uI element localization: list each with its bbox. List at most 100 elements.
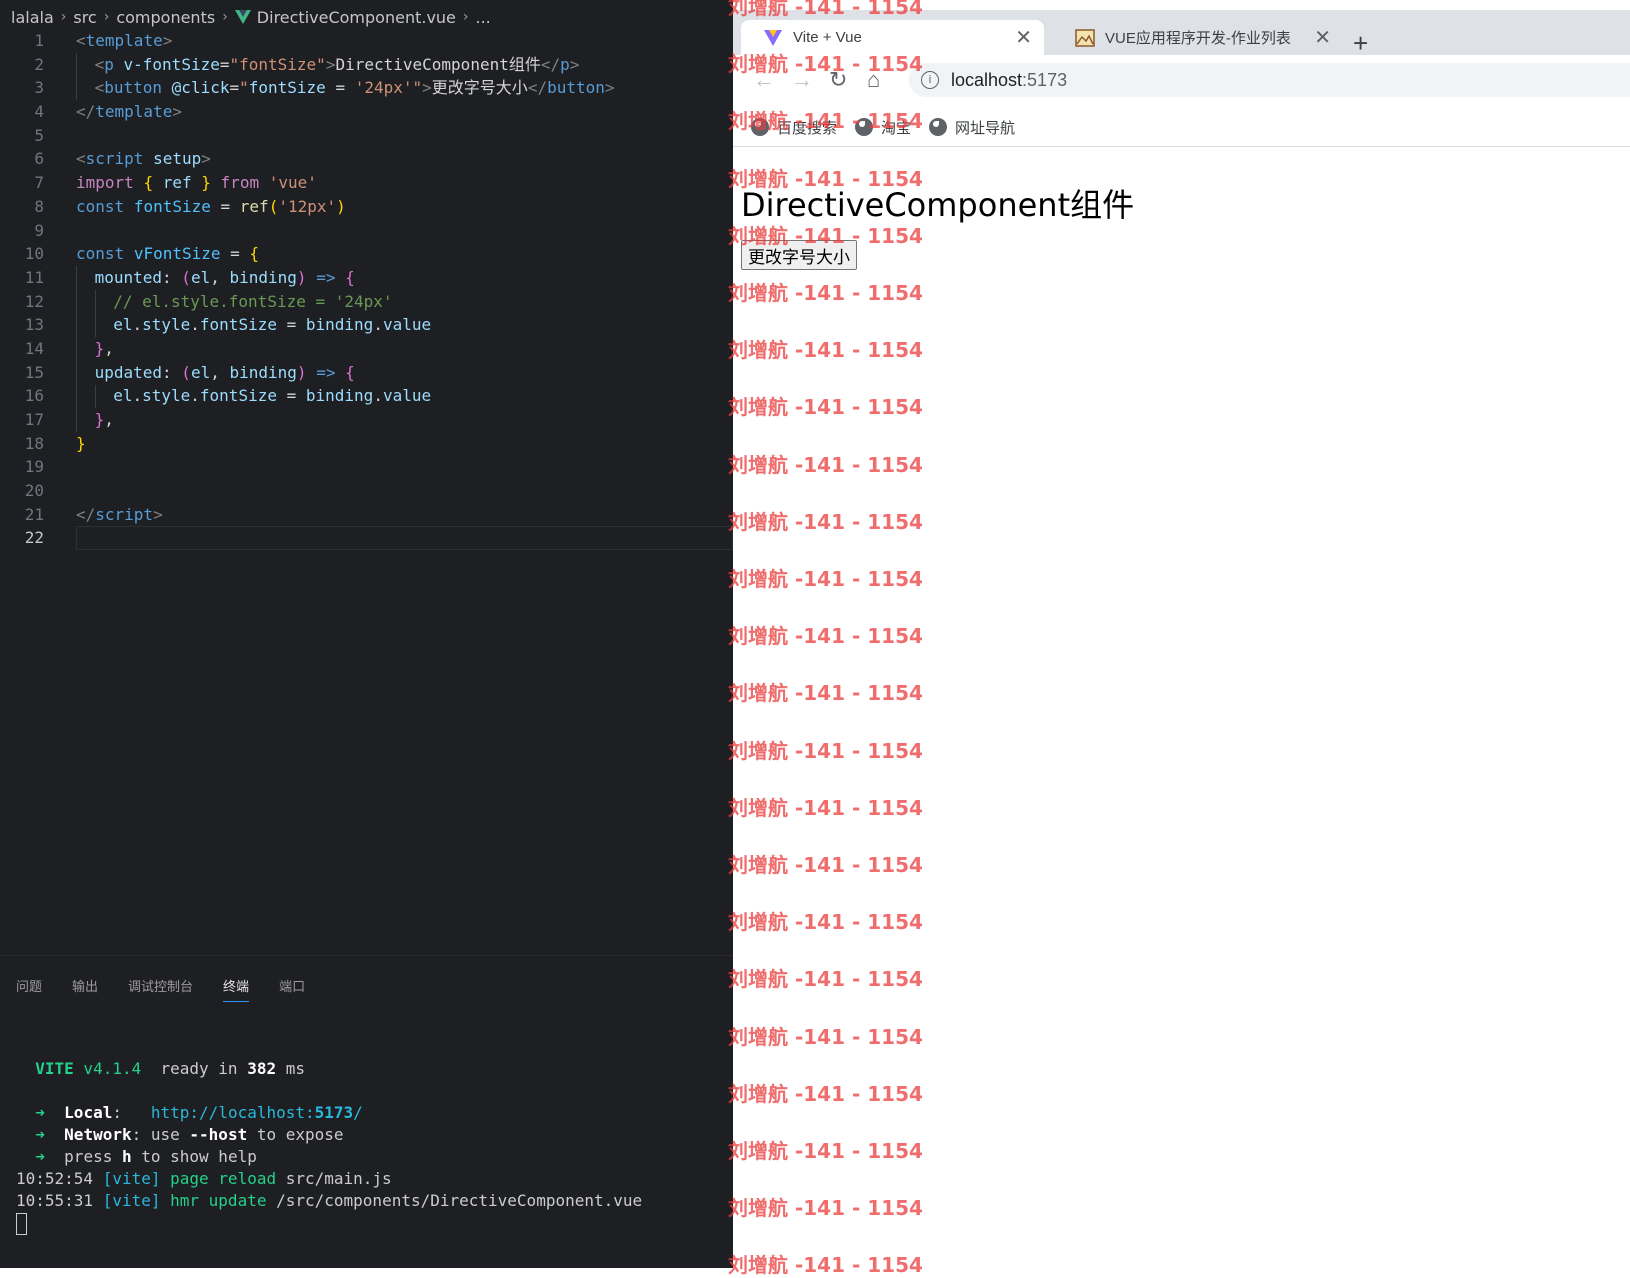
terminal-line: ➜ Local: http://localhost:5173/ [16, 1102, 642, 1124]
code-text: }, [76, 339, 114, 358]
code-editor[interactable]: lalala › src › components › DirectiveComponent… [0, 0, 733, 1268]
tab-homework-list[interactable]: VUE应用程序开发-作业列表 ✕ [1053, 20, 1343, 55]
code-line[interactable]: 20 [0, 479, 733, 503]
terminal-output[interactable]: VITE v4.1.4 ready in 382 ms ➜ Local: htt… [16, 1036, 642, 1235]
code-line[interactable]: 13 el.style.fontSize = binding.value [0, 313, 733, 337]
bookmark-item[interactable]: 网址导航 [929, 117, 1015, 138]
tab-title: Vite + Vue [793, 29, 862, 46]
line-number: 3 [34, 78, 44, 98]
reload-icon[interactable]: ↻ [829, 67, 847, 93]
code-token: > [153, 504, 163, 524]
line-number: 2 [34, 54, 44, 74]
code-token: // el.style.fontSize = '24px' [113, 291, 393, 311]
code-line[interactable]: 22 [0, 526, 733, 550]
close-tab-icon[interactable]: ✕ [1314, 25, 1331, 50]
code-line[interactable]: 10 const vFontSize = { [0, 242, 733, 266]
line-number: 19 [24, 457, 44, 477]
breadcrumb-item[interactable]: components [116, 8, 215, 27]
code-line[interactable]: 7 import { ref } from 'vue' [0, 171, 733, 195]
terminal-line: 10:55:31 [vite] hmr update /src/componen… [16, 1190, 642, 1212]
code-token: template [95, 102, 173, 122]
code-line[interactable]: 4 </template> [0, 100, 733, 124]
code-line[interactable]: 19 [0, 455, 733, 479]
code-line[interactable]: 9 [0, 219, 733, 243]
info-icon[interactable]: i [921, 71, 939, 89]
line-number: 4 [34, 102, 44, 122]
bookmark-item[interactable]: 淘宝 [855, 117, 911, 138]
back-arrow-icon[interactable]: ← [753, 67, 775, 93]
code-token: el [190, 362, 211, 382]
terminal-prompt[interactable] [16, 1212, 642, 1235]
code-line[interactable]: 11 mounted: (el, binding) => { [0, 266, 733, 290]
breadcrumb-item[interactable]: DirectiveComponent.vue [257, 8, 456, 27]
panel-tab[interactable]: 输出 [72, 976, 98, 1002]
home-icon[interactable]: ⌂ [867, 67, 880, 93]
code-token: p [560, 54, 570, 74]
code-token: < [94, 78, 105, 98]
code-text: <template> [76, 31, 172, 50]
change-font-size-button[interactable]: 更改字号大小 [741, 240, 857, 270]
code-line[interactable]: 17}, [0, 408, 733, 432]
code-token: DirectiveComponent组件 [335, 54, 541, 74]
terminal-text: ms [276, 1059, 306, 1078]
code-token: ( [268, 196, 279, 216]
terminal-text: : use [131, 1125, 190, 1144]
forward-arrow-icon[interactable]: → [791, 67, 813, 93]
bookmark-item[interactable]: 百度搜索 [751, 117, 837, 138]
code-line[interactable]: 1 <template> [0, 29, 733, 53]
line-number: 20 [24, 481, 44, 501]
code-line[interactable]: 5 [0, 124, 733, 148]
breadcrumb-item[interactable]: src [73, 8, 96, 27]
address-bar[interactable]: i localhost:5173 [909, 63, 1630, 97]
code-line[interactable]: 18} [0, 432, 733, 456]
code-line[interactable]: 3 <button @click="fontSize = '24px'">更改字号… [0, 76, 733, 100]
code-token: = [325, 78, 355, 98]
line-number: 14 [24, 338, 44, 358]
code-token: el [113, 315, 133, 335]
panel-tab[interactable]: 问题 [16, 976, 42, 1002]
code-line[interactable]: 16 el.style.fontSize = binding.value [0, 384, 733, 408]
code-token: button [104, 78, 163, 98]
code-token: script [95, 504, 154, 524]
close-tab-icon[interactable]: ✕ [1015, 25, 1032, 50]
breadcrumb-item[interactable]: ... [476, 8, 491, 27]
panel-tab[interactable]: 端口 [279, 976, 305, 1002]
code-token: } [201, 173, 211, 193]
code-line[interactable]: 8 const fontSize = ref('12px') [0, 195, 733, 219]
code-line[interactable]: 15 updated: (el, binding) => { [0, 361, 733, 385]
code-token: 更改字号大小 [431, 78, 528, 98]
panel-tabs: 问题 输出 调试控制台 终端 端口 [16, 976, 335, 1002]
code-area[interactable]: 1 <template> 2 <p v-fontSize="fontSize">Dir… [0, 29, 733, 550]
bookmark-label: 百度搜索 [777, 119, 838, 137]
line-number: 8 [34, 196, 44, 216]
code-token: template [85, 31, 163, 50]
code-line[interactable]: 2 <p v-fontSize="fontSize">DirectiveCompo… [0, 53, 733, 77]
code-text: import { ref } from 'vue' [76, 173, 317, 192]
code-line[interactable]: 14}, [0, 337, 733, 361]
directive-component-text: DirectiveComponent组件 [741, 186, 1135, 224]
code-text: el.style.fontSize = binding.value [76, 315, 431, 334]
code-token: style [142, 315, 191, 335]
chevron-right-icon: › [462, 9, 469, 25]
terminal-cursor[interactable] [16, 1212, 27, 1235]
code-token: { [143, 173, 154, 193]
code-token: . [190, 315, 200, 335]
code-token: ( [181, 267, 191, 287]
code-line[interactable]: 21 </script> [0, 503, 733, 527]
code-line[interactable]: 12 // el.style.fontSize = '24px' [0, 290, 733, 314]
code-token: value [382, 386, 432, 406]
tab-vite-vue[interactable]: Vite + Vue ✕ [741, 20, 1044, 55]
code-token: el [190, 267, 211, 287]
panel-tab[interactable]: 终端 [223, 976, 250, 1002]
code-token: = [276, 315, 306, 335]
panel-tab[interactable]: 调试控制台 [128, 976, 193, 1002]
code-text: <script setup> [76, 149, 211, 168]
code-line[interactable]: 6 <script setup> [0, 147, 733, 171]
code-token: ( [181, 362, 191, 382]
breadcrumb-item[interactable]: lalala [11, 8, 54, 27]
